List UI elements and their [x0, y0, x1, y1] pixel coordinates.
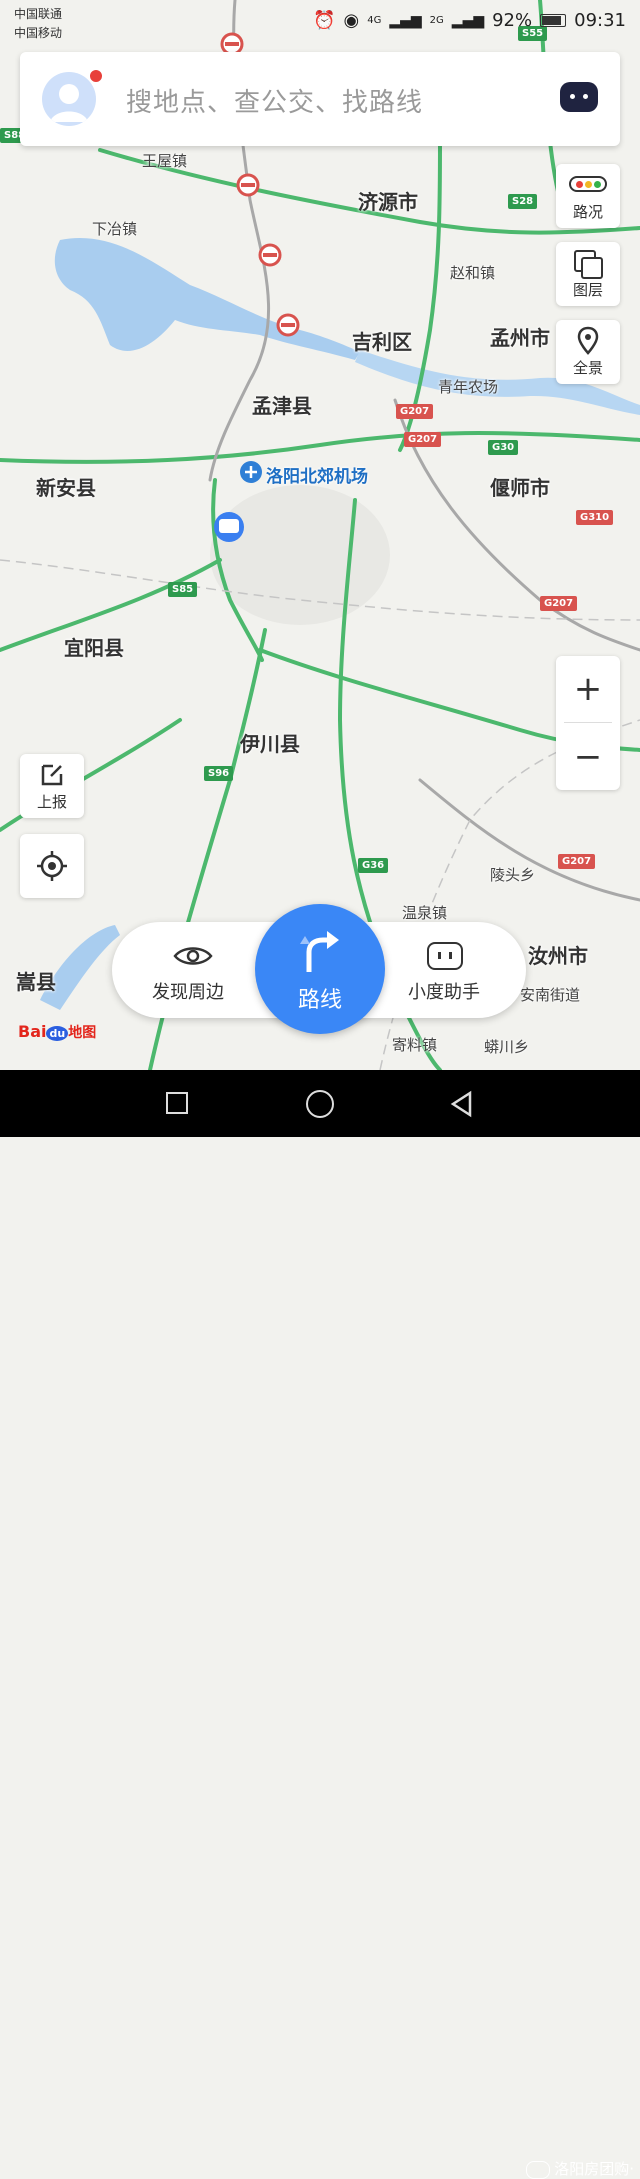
carrier-1: 中国联通 — [14, 7, 63, 21]
battery-text: 92% — [492, 10, 533, 31]
label-anan: 安南街道 — [520, 986, 581, 1004]
edit-icon — [41, 764, 63, 786]
carrier-2: 中国移动 — [14, 26, 63, 40]
label-lingtou: 陵头乡 — [490, 866, 536, 884]
layers-button[interactable]: 图层 — [556, 242, 620, 306]
road-shield: G207 — [540, 596, 578, 611]
road-shield: G207 — [404, 432, 442, 447]
label-xinan: 新安县 — [36, 476, 96, 500]
label-mengjin: 孟津县 — [252, 394, 312, 418]
status-right: ⏰ ◉ 4G ▂▄▆ 2G ▂▄▆ 92% 09:31 — [313, 10, 626, 31]
signal-icon: ▂▄▆ — [451, 12, 485, 29]
label-ruzhou: 汝州市 — [528, 944, 588, 968]
turn-right-arrow-icon — [300, 931, 339, 972]
road-shield: G207 — [558, 854, 596, 869]
discover-button[interactable]: 发现周边 — [152, 978, 224, 1004]
traffic-light-icon — [569, 176, 607, 192]
home-icon[interactable] — [306, 1090, 334, 1118]
android-nav-bar: 洛阳房团购· — [0, 1070, 640, 2179]
label-mengzhou: 孟州市 — [490, 326, 550, 350]
assistant-button[interactable]: 小度助手 — [408, 978, 480, 1004]
status-bar: 中国联通 中国移动 ⏰ ◉ 4G ▂▄▆ 2G ▂▄▆ 92% 09:31 — [0, 0, 640, 46]
battery-icon — [540, 14, 567, 27]
baidu-map-logo: Bai du 地图 — [18, 1022, 97, 1041]
traffic-button[interactable]: 路况 — [556, 164, 620, 228]
robot-assistant-icon[interactable] — [560, 82, 598, 112]
label-wenquan: 温泉镇 — [402, 904, 448, 922]
label-songxian: 嵩县 — [16, 970, 56, 994]
search-input[interactable]: 搜地点、查公交、找路线 — [126, 82, 423, 119]
back-icon[interactable] — [448, 1090, 476, 1118]
label-airport: 洛阳北郊机场 — [266, 467, 368, 487]
route-button[interactable]: 路线 — [255, 904, 385, 1034]
signal-icon: ▂▄▆ — [389, 12, 422, 29]
eye-icon — [173, 947, 213, 965]
label-yanshi: 偃师市 — [490, 476, 550, 500]
road-shield: S28 — [508, 194, 538, 209]
crosshair-icon — [37, 851, 67, 881]
wechat-watermark: 洛阳房团购· — [526, 2158, 634, 2179]
label-jiliao: 寄料镇 — [392, 1036, 438, 1054]
avatar[interactable] — [42, 72, 96, 126]
traffic-label: 路况 — [572, 203, 603, 221]
recent-apps-icon[interactable] — [166, 1092, 188, 1114]
road-shield: G207 — [396, 404, 434, 419]
search-bar[interactable]: 搜地点、查公交、找路线 — [20, 52, 620, 146]
layers-label: 图层 — [572, 281, 603, 299]
alarm-icon: ⏰ — [313, 10, 336, 31]
label-qingnian: 青年农场 — [438, 378, 499, 396]
assistant-icon — [427, 942, 463, 970]
wechat-icon — [526, 2160, 551, 2179]
label-wangwu: 王屋镇 — [142, 152, 188, 170]
label-jili: 吉利区 — [352, 330, 412, 354]
road-shield: G36 — [358, 858, 389, 873]
location-pin-icon — [577, 326, 599, 355]
zoom-control: + − — [556, 656, 620, 790]
road-shield: G310 — [576, 510, 614, 525]
locate-button[interactable] — [20, 834, 84, 898]
report-button[interactable]: 上报 — [20, 754, 84, 818]
panorama-button[interactable]: 全景 — [556, 320, 620, 384]
eye-icon: ◉ — [343, 10, 360, 31]
network-4g: 4G — [367, 15, 382, 26]
layers-icon — [574, 250, 603, 279]
zoom-divider — [564, 722, 612, 723]
road-shield: G30 — [488, 440, 519, 455]
zoom-in-button[interactable]: + — [556, 672, 620, 706]
zoom-out-button[interactable]: − — [556, 740, 620, 774]
network-2g: 2G — [429, 15, 444, 26]
label-jiyuan: 济源市 — [358, 190, 418, 214]
panorama-label: 全景 — [572, 359, 603, 377]
label-yiyang: 宜阳县 — [64, 636, 124, 660]
label-yichuan: 伊川县 — [240, 732, 300, 756]
report-label: 上报 — [36, 793, 67, 811]
road-shield: S96 — [204, 766, 234, 781]
label-zhaohe: 赵和镇 — [450, 264, 496, 282]
road-shield: S85 — [168, 582, 198, 597]
label-mangchuan: 蟒川乡 — [484, 1038, 530, 1056]
route-label: 路线 — [297, 988, 342, 1013]
notification-dot — [88, 68, 104, 84]
clock: 09:31 — [574, 10, 626, 31]
label-xiaye: 下冶镇 — [92, 220, 138, 238]
user-icon — [50, 84, 88, 122]
